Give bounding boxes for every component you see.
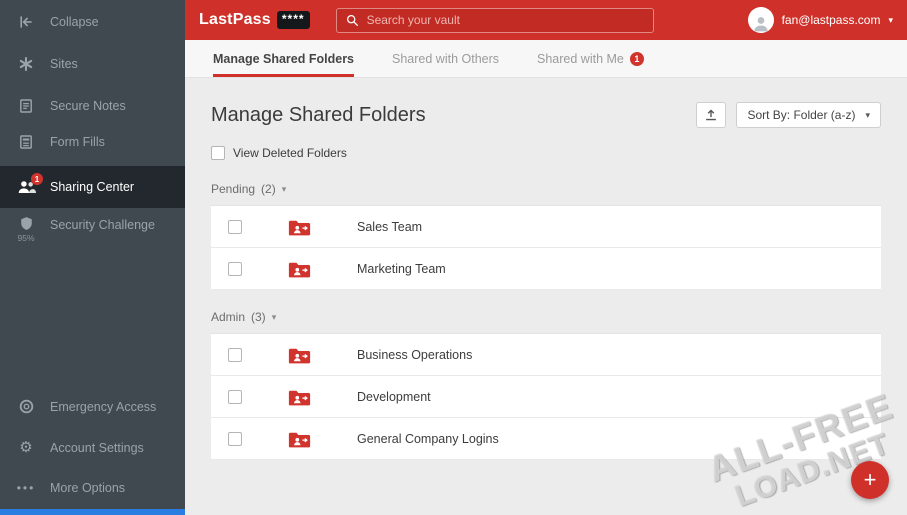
sidebar-item-account-settings[interactable]: ⚙ Account Settings <box>0 430 185 465</box>
group-name: Admin <box>211 310 245 324</box>
group-name: Pending <box>211 182 255 196</box>
view-deleted-checkbox[interactable] <box>211 146 225 160</box>
chevron-down-icon: ▾ <box>272 312 277 323</box>
table-row[interactable]: Business Operations <box>211 334 881 376</box>
form-fills-icon <box>16 134 36 150</box>
tab-label: Manage Shared Folders <box>213 52 354 66</box>
folder-name: General Company Logins <box>357 432 499 446</box>
table-row[interactable]: Sales Team <box>211 206 881 248</box>
shared-folder-icon <box>288 430 311 448</box>
logo-stars: **** <box>277 11 310 29</box>
chevron-down-icon: ▾ <box>865 110 870 121</box>
add-folder-button[interactable]: + <box>851 461 889 499</box>
sidebar-item-label: Security Challenge <box>50 218 155 232</box>
sidebar-item-secure-notes[interactable]: Secure Notes <box>0 88 185 124</box>
ellipsis-icon: ••• <box>16 481 36 495</box>
sharing-tabs: Manage Shared Folders Shared with Others… <box>185 40 907 78</box>
view-deleted-label: View Deleted Folders <box>233 146 347 160</box>
title-row: Manage Shared Folders Sort By: Folder (a… <box>211 102 881 128</box>
group-count: (2) <box>261 182 276 196</box>
folder-name: Development <box>357 390 431 404</box>
folder-name: Sales Team <box>357 220 422 234</box>
account-menu[interactable]: fan@lastpass.com ▾ <box>748 7 893 33</box>
table-row[interactable]: Marketing Team <box>211 248 881 290</box>
admin-folder-list: Business Operations Development General … <box>211 333 881 460</box>
shared-with-me-badge: 1 <box>630 52 644 66</box>
folder-name: Marketing Team <box>357 262 446 276</box>
avatar <box>748 7 774 33</box>
group-count: (3) <box>251 310 266 324</box>
group-header-pending[interactable]: Pending (2) ▾ <box>211 182 881 196</box>
shared-folder-icon <box>288 388 311 406</box>
sidebar-item-label: Account Settings <box>50 441 144 455</box>
sidebar-item-label: Secure Notes <box>50 99 126 113</box>
title-actions: Sort By: Folder (a-z) ▾ <box>696 102 881 128</box>
table-row[interactable]: Development <box>211 376 881 418</box>
row-checkbox[interactable] <box>228 390 242 404</box>
shared-folder-icon <box>288 346 311 364</box>
main-column: LastPass **** fan@lastpass.com ▾ Manage … <box>185 0 907 515</box>
sort-by-dropdown[interactable]: Sort By: Folder (a-z) ▾ <box>736 102 881 128</box>
plus-icon: + <box>864 467 877 493</box>
table-row[interactable]: General Company Logins <box>211 418 881 460</box>
sidebar-item-label: Form Fills <box>50 135 105 149</box>
lastpass-vault-app: Collapse Sites Secure Notes Form Fills 1 <box>0 0 907 515</box>
row-checkbox[interactable] <box>228 220 242 234</box>
sharing-center-badge: 1 <box>31 173 43 185</box>
chevron-down-icon: ▾ <box>888 15 893 26</box>
tab-shared-with-others[interactable]: Shared with Others <box>392 40 499 77</box>
emergency-access-icon <box>16 399 36 414</box>
upload-icon <box>704 108 718 122</box>
collapse-icon <box>16 14 36 30</box>
sidebar-item-emergency-access[interactable]: Emergency Access <box>0 389 185 424</box>
gear-icon: ⚙ <box>16 440 36 455</box>
security-score: 95% <box>17 233 34 243</box>
search-input[interactable] <box>367 13 644 27</box>
sidebar-footer: Emergency Access ⚙ Account Settings ••• … <box>0 389 185 515</box>
sidebar-item-label: Sites <box>50 57 78 71</box>
page-title: Manage Shared Folders <box>211 104 426 127</box>
account-email: fan@lastpass.com <box>782 13 881 27</box>
top-header: LastPass **** fan@lastpass.com ▾ <box>185 0 907 40</box>
sharing-center-icon: 1 <box>16 179 36 195</box>
sites-icon <box>16 56 36 72</box>
sidebar-item-sharing-center[interactable]: 1 Sharing Center <box>0 166 185 208</box>
chevron-down-icon: ▾ <box>282 184 287 195</box>
tab-label: Shared with Me <box>537 52 624 66</box>
sidebar-item-more-options[interactable]: ••• More Options <box>0 471 185 509</box>
sidebar-item-collapse[interactable]: Collapse <box>0 4 185 40</box>
shared-folder-icon <box>288 218 311 236</box>
sidebar-item-label: Emergency Access <box>50 400 156 414</box>
content-area: Manage Shared Folders Sort By: Folder (a… <box>185 78 907 515</box>
shared-folder-icon <box>288 260 311 278</box>
tab-shared-with-me[interactable]: Shared with Me 1 <box>537 40 644 77</box>
row-checkbox[interactable] <box>228 348 242 362</box>
search-icon <box>346 14 359 27</box>
sort-by-label: Sort By: Folder (a-z) <box>747 108 855 122</box>
sidebar-item-sites[interactable]: Sites <box>0 46 185 82</box>
sidebar-bottom-accent-bar <box>0 509 185 515</box>
lastpass-logo[interactable]: LastPass **** <box>199 11 310 29</box>
sidebar: Collapse Sites Secure Notes Form Fills 1 <box>0 0 185 515</box>
folder-name: Business Operations <box>357 348 472 362</box>
secure-notes-icon <box>16 98 36 114</box>
pending-folder-list: Sales Team Marketing Team <box>211 205 881 290</box>
sidebar-item-label: More Options <box>50 481 125 495</box>
vault-search-bar <box>336 8 654 33</box>
sidebar-item-security-challenge[interactable]: 95% Security Challenge <box>0 208 185 253</box>
view-deleted-folders-option[interactable]: View Deleted Folders <box>211 146 881 160</box>
logo-text: LastPass <box>199 11 271 29</box>
security-challenge-icon: 95% <box>16 216 36 243</box>
group-header-admin[interactable]: Admin (3) ▾ <box>211 310 881 324</box>
row-checkbox[interactable] <box>228 262 242 276</box>
tab-label: Shared with Others <box>392 52 499 66</box>
sidebar-item-label: Sharing Center <box>50 180 134 194</box>
row-checkbox[interactable] <box>228 432 242 446</box>
sidebar-item-form-fills[interactable]: Form Fills <box>0 124 185 160</box>
tab-manage-shared-folders[interactable]: Manage Shared Folders <box>213 40 354 77</box>
export-upload-button[interactable] <box>696 102 726 128</box>
sidebar-item-label: Collapse <box>50 15 99 29</box>
